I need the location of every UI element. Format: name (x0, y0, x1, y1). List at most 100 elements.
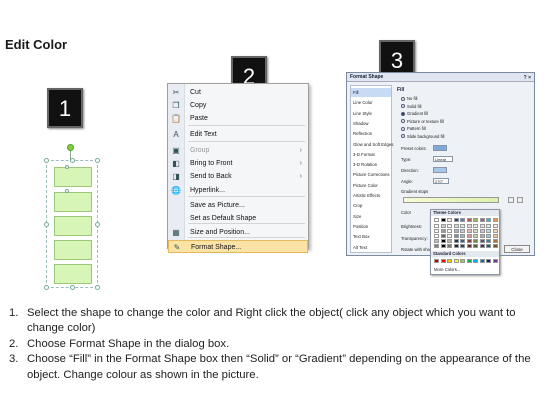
menu-item-cut[interactable]: ✂ Cut (168, 86, 308, 99)
standard-color-swatch[interactable] (453, 259, 459, 263)
theme-color-swatch[interactable] (479, 224, 485, 228)
menu-item-group[interactable]: ▣ Group › (168, 144, 308, 157)
theme-color-swatch[interactable] (440, 229, 446, 233)
nav-item-shadow[interactable]: Shadow (353, 119, 369, 128)
theme-color-swatch[interactable] (466, 224, 472, 228)
theme-color-swatch[interactable] (486, 234, 491, 238)
inner-handle-1[interactable] (65, 165, 69, 169)
nav-item-glow-and-soft-edges[interactable]: Glow and Soft Edges (353, 140, 393, 149)
theme-color-swatch[interactable] (440, 239, 446, 243)
nav-item-fill[interactable]: Fill (351, 88, 391, 97)
theme-color-swatch[interactable] (440, 244, 446, 248)
theme-color-swatch[interactable] (447, 234, 452, 238)
nav-item-line-style[interactable]: Line Style (353, 109, 372, 118)
theme-color-swatch[interactable] (460, 239, 465, 243)
nav-item-reflection[interactable]: Reflection (353, 129, 372, 138)
theme-color-swatch[interactable] (447, 239, 452, 243)
nav-item-position[interactable]: Position (353, 222, 368, 231)
theme-color-swatch[interactable] (460, 244, 465, 248)
theme-color-swatch[interactable] (479, 218, 485, 222)
shape-box-1[interactable] (54, 167, 92, 187)
nav-item-picture-color[interactable]: Picture Color (353, 181, 378, 190)
resize-handle-tl[interactable] (44, 158, 49, 163)
standard-color-swatch[interactable] (460, 259, 465, 263)
standard-color-swatch[interactable] (492, 259, 498, 263)
standard-color-swatch[interactable] (473, 259, 478, 263)
nav-item-text-box[interactable]: Text Box (353, 232, 369, 241)
nav-item-3-d-format[interactable]: 3-D Format (353, 150, 375, 159)
theme-color-swatch[interactable] (453, 239, 459, 243)
theme-color-swatch[interactable] (473, 229, 478, 233)
inner-handle-2[interactable] (65, 189, 69, 193)
shape-box-3[interactable] (54, 216, 92, 236)
nav-item-3-d-rotation[interactable]: 3-D Rotation (353, 160, 377, 169)
theme-color-swatch[interactable] (486, 218, 491, 222)
menu-item-paste[interactable]: 📋 Paste (168, 112, 308, 125)
theme-color-swatch[interactable] (492, 244, 498, 248)
theme-color-swatch[interactable] (453, 224, 459, 228)
gradient-stops-bar[interactable] (403, 197, 499, 203)
nav-item-picture-corrections[interactable]: Picture Corrections (353, 170, 390, 179)
theme-color-swatch[interactable] (486, 239, 491, 243)
theme-color-swatch[interactable] (479, 239, 485, 243)
direction-dropdown[interactable] (433, 167, 447, 173)
preset-colors-dropdown[interactable] (433, 145, 447, 151)
theme-color-swatch[interactable] (460, 229, 465, 233)
theme-color-swatch[interactable] (479, 244, 485, 248)
resize-handle-bl[interactable] (44, 285, 49, 290)
theme-color-swatch[interactable] (466, 234, 472, 238)
resize-handle-tr[interactable] (95, 158, 100, 163)
theme-color-swatch[interactable] (453, 244, 459, 248)
menu-item-format-shape[interactable]: ✎ Format Shape... (168, 240, 308, 253)
shape-box-2[interactable] (54, 192, 92, 212)
resize-handle-t[interactable] (70, 158, 75, 163)
theme-color-swatch[interactable] (434, 239, 439, 243)
angle-input[interactable]: 270° (433, 178, 449, 184)
dialog-window-buttons[interactable]: ? × (524, 74, 531, 83)
standard-color-swatch[interactable] (440, 259, 446, 263)
nav-item-alt-text[interactable]: Alt Text (353, 243, 367, 252)
shape-box-4[interactable] (54, 240, 92, 260)
theme-color-swatch[interactable] (473, 224, 478, 228)
nav-item-artistic-effects[interactable]: Artistic Effects (353, 191, 380, 200)
resize-handle-b[interactable] (70, 285, 75, 290)
menu-item-edit-text[interactable]: A Edit Text (168, 128, 308, 141)
shape-selection-box[interactable] (44, 158, 100, 290)
nav-item-line-color[interactable]: Line Color (353, 98, 373, 107)
fill-option-solid-fill[interactable]: Solid fill (401, 103, 421, 110)
theme-color-swatch[interactable] (492, 234, 498, 238)
theme-color-swatch[interactable] (492, 229, 498, 233)
resize-handle-br[interactable] (95, 285, 100, 290)
standard-color-swatch[interactable] (466, 259, 472, 263)
nav-item-crop[interactable]: Crop (353, 201, 362, 210)
theme-color-swatch[interactable] (447, 218, 452, 222)
theme-color-swatch[interactable] (460, 224, 465, 228)
resize-handle-l[interactable] (44, 222, 49, 227)
nav-item-size[interactable]: Size (353, 212, 361, 221)
theme-color-swatch[interactable] (440, 218, 446, 222)
standard-color-swatch[interactable] (479, 259, 485, 263)
theme-color-swatch[interactable] (479, 234, 485, 238)
theme-color-swatch[interactable] (486, 224, 491, 228)
theme-color-swatch[interactable] (447, 244, 452, 248)
theme-color-swatch[interactable] (440, 224, 446, 228)
fill-option-gradient-fill[interactable]: Gradient fill (401, 110, 428, 117)
theme-color-swatch[interactable] (466, 244, 472, 248)
theme-color-swatch[interactable] (486, 244, 491, 248)
theme-color-swatch[interactable] (473, 234, 478, 238)
dialog-titlebar[interactable]: Format Shape ? × (347, 73, 534, 82)
theme-color-swatch[interactable] (434, 244, 439, 248)
standard-color-swatch[interactable] (434, 259, 439, 263)
standard-color-swatch[interactable] (486, 259, 491, 263)
shape-box-5[interactable] (54, 264, 92, 284)
theme-color-swatch[interactable] (434, 218, 439, 222)
theme-color-swatch[interactable] (447, 224, 452, 228)
theme-color-swatch[interactable] (460, 218, 465, 222)
theme-color-swatch[interactable] (466, 229, 472, 233)
theme-color-swatch[interactable] (460, 234, 465, 238)
resize-handle-r[interactable] (95, 222, 100, 227)
theme-color-swatch[interactable] (440, 234, 446, 238)
menu-item-bring-to-front[interactable]: ◧ Bring to Front › (168, 157, 308, 170)
theme-color-swatch[interactable] (434, 234, 439, 238)
remove-stop-button[interactable] (517, 197, 523, 203)
